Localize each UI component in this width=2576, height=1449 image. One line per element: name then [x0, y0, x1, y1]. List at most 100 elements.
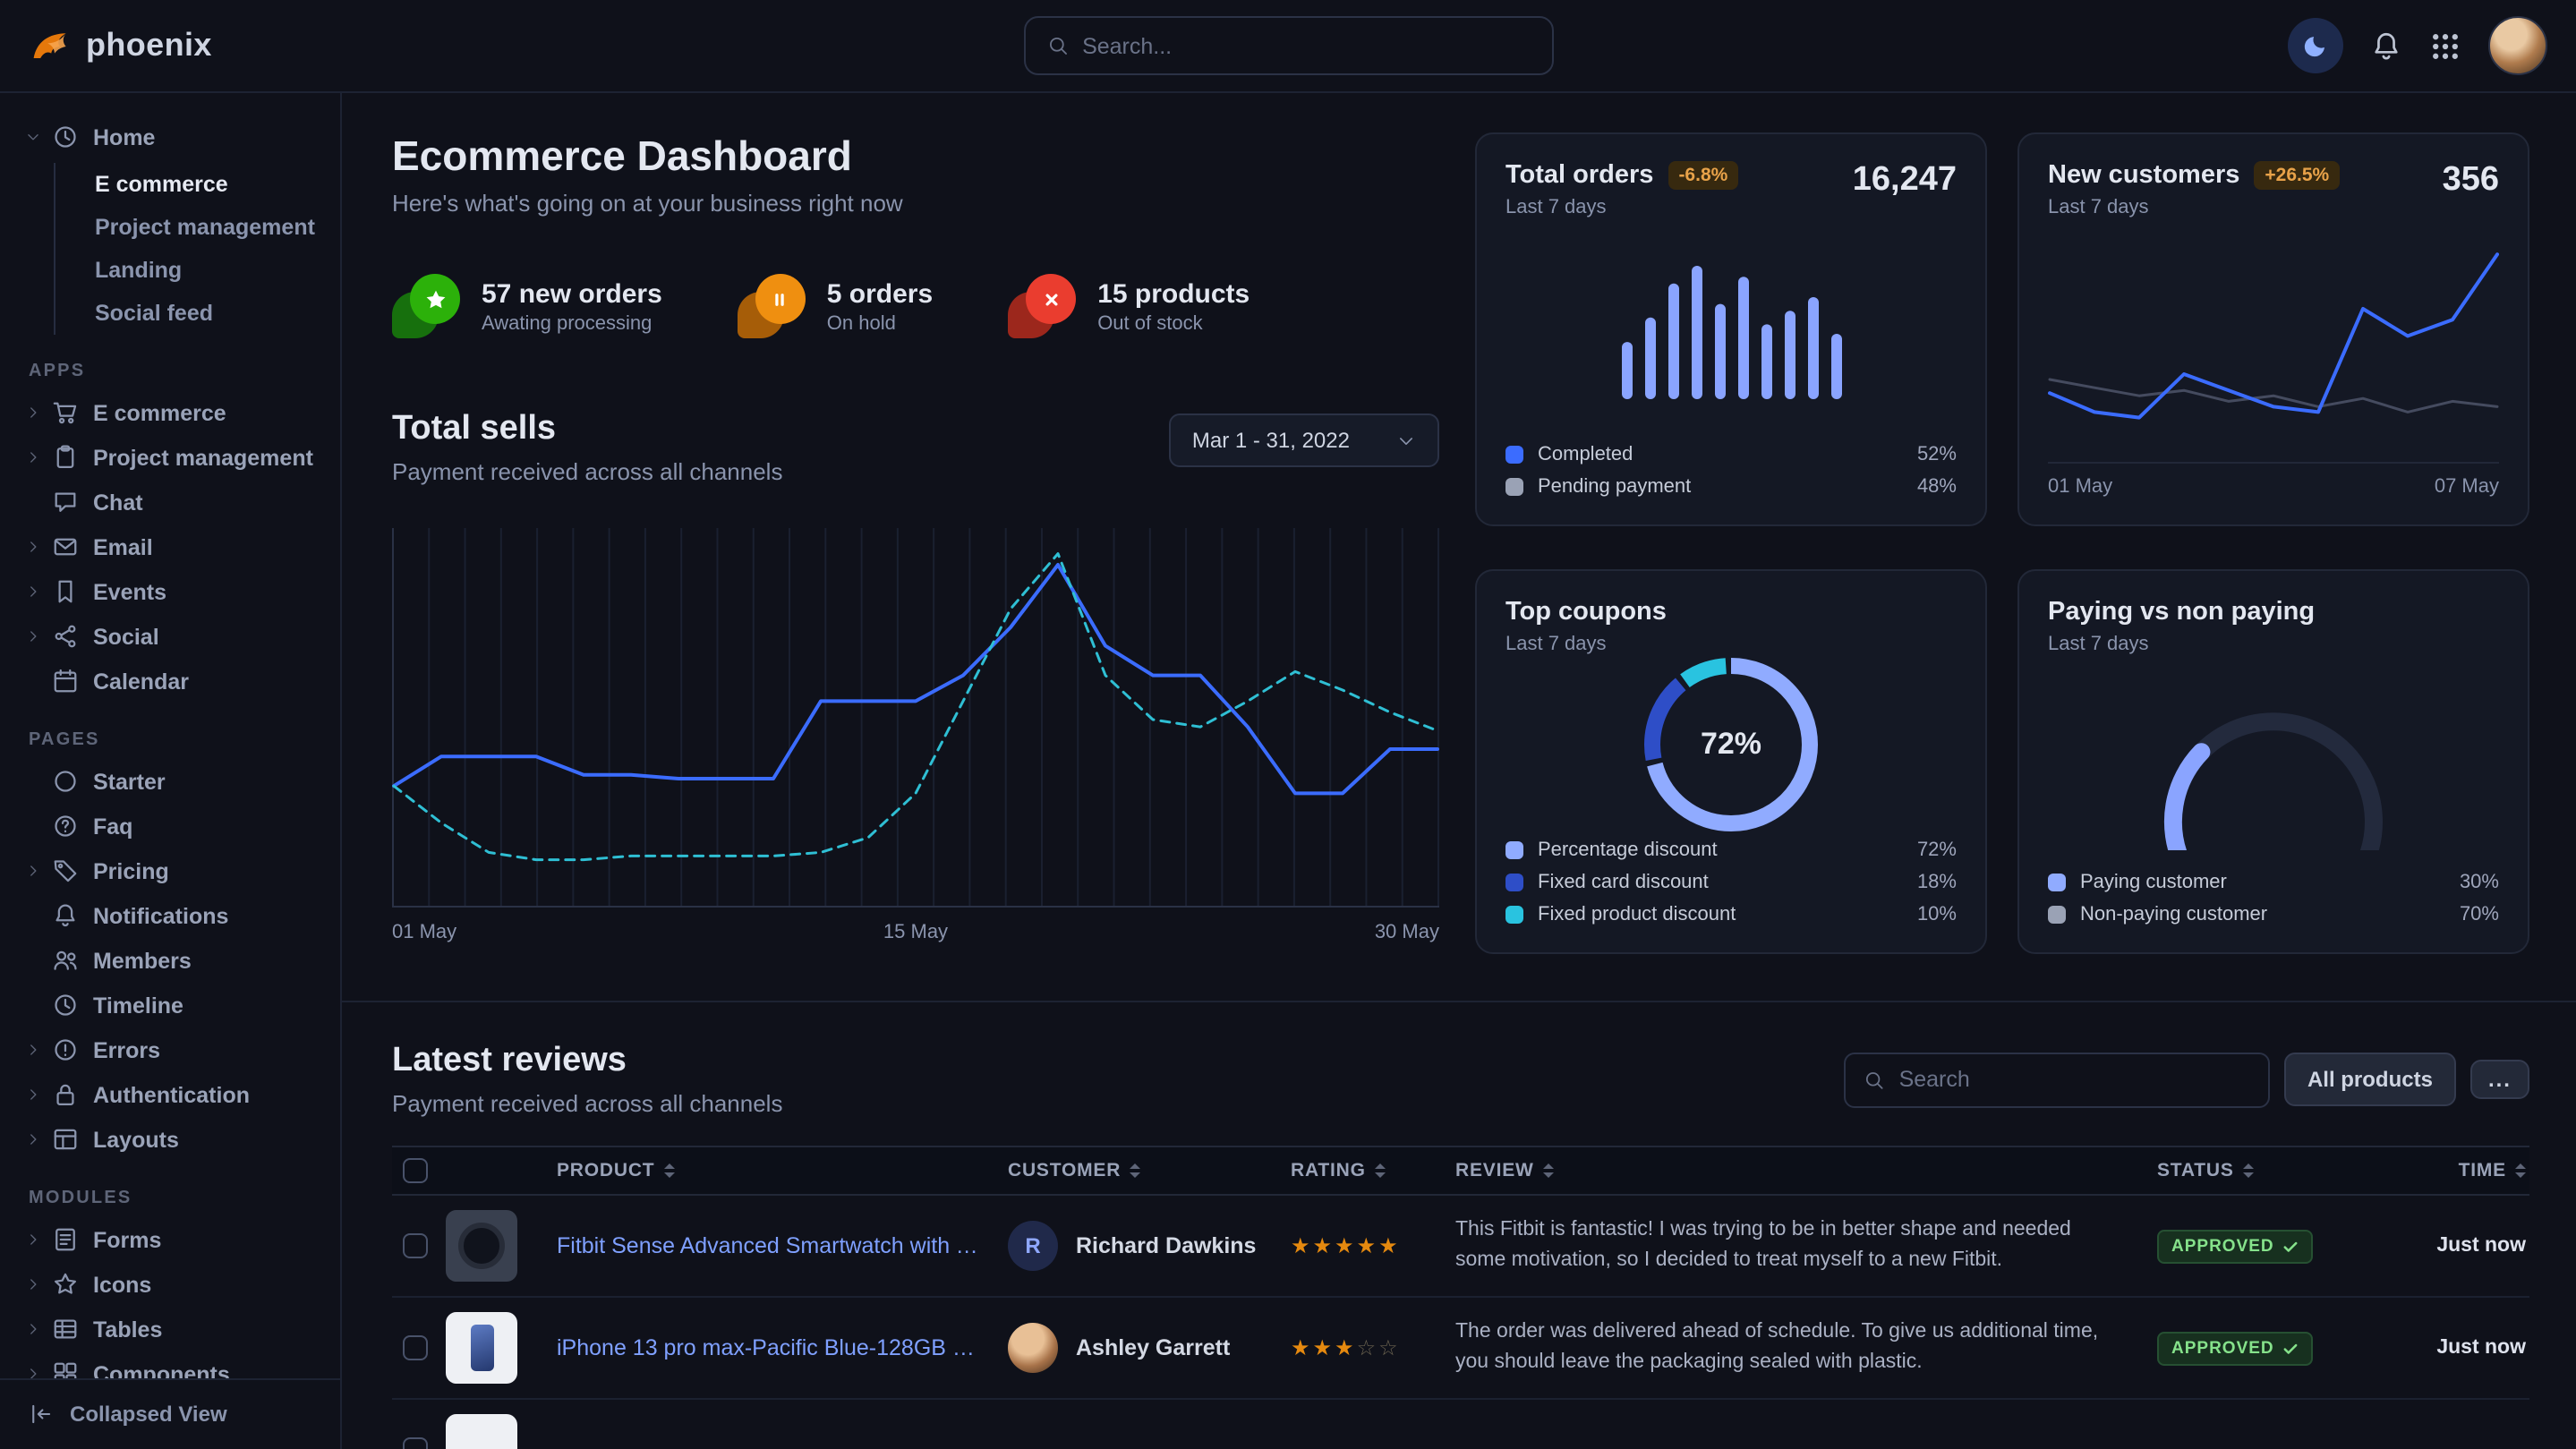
sidebar-item-events[interactable]: Events [0, 569, 340, 614]
product-link[interactable]: iPhone 13 pro max-Pacific Blue-128GB sto… [557, 1335, 1008, 1360]
brand[interactable]: phoenix [29, 24, 212, 67]
user-avatar[interactable] [2488, 16, 2547, 75]
reviews-search-input[interactable] [1899, 1067, 2250, 1092]
sidebar-item-components[interactable]: Components [0, 1351, 340, 1377]
grid4-icon [52, 1360, 79, 1377]
all-products-button[interactable]: All products [2284, 1053, 2456, 1106]
stat-subtitle: Awating processing [482, 312, 662, 334]
theme-toggle-button[interactable] [2288, 18, 2343, 73]
sidebar-item-layouts[interactable]: Layouts [0, 1117, 340, 1162]
sidebar-item-timeline[interactable]: Timeline [0, 983, 340, 1027]
notifications-button[interactable] [2370, 30, 2402, 62]
column-header-review[interactable]: REVIEW [1455, 1160, 2157, 1181]
tag-icon [52, 857, 79, 884]
sidebar-item-e-commerce[interactable]: E commerce [0, 390, 340, 435]
caret-right-icon [25, 584, 50, 600]
reviews-search[interactable] [1844, 1052, 2270, 1107]
sidebar-item-pricing[interactable]: Pricing [0, 848, 340, 893]
legend-value: 10% [1917, 904, 1957, 925]
latest-reviews-title: Latest reviews [392, 1042, 782, 1081]
sidebar-item-social[interactable]: Social [0, 614, 340, 659]
product-link[interactable]: Fitbit Sense Advanced Smartwatch with To… [557, 1233, 1008, 1258]
sidebar-item-project-management[interactable]: Project management [0, 435, 340, 480]
legend-row: Paying customer30% [2048, 872, 2499, 893]
top-coupons-center-value: 72% [1701, 726, 1761, 762]
legend-row: Fixed card discount18% [1506, 872, 1957, 893]
sidebar-item-errors[interactable]: Errors [0, 1027, 340, 1072]
sidebar-item-calendar[interactable]: Calendar [0, 659, 340, 703]
legend-row: Percentage discount72% [1506, 840, 1957, 861]
alert-icon [52, 1036, 79, 1063]
sidebar-item-project-management[interactable]: Project management [95, 206, 340, 249]
sidebar-item-faq[interactable]: Faq [0, 804, 340, 848]
sort-icon [663, 1163, 674, 1178]
search-icon [1046, 34, 1068, 57]
legend-swatch [1506, 874, 1523, 891]
clock-icon [52, 124, 79, 150]
legend-swatch [1506, 446, 1523, 464]
sidebar-item-e-commerce[interactable]: E commerce [95, 163, 340, 206]
top-coupons-legend: Percentage discount72% Fixed card discoun… [1506, 840, 1957, 925]
row-checkbox[interactable] [403, 1437, 428, 1449]
legend-label: Pending payment [1538, 476, 1691, 498]
circle-icon [52, 768, 79, 795]
sidebar-item-members[interactable]: Members [0, 938, 340, 983]
dashboard-left-column: Ecommerce Dashboard Here's what's going … [392, 132, 1439, 954]
product-thumbnail [446, 1414, 517, 1449]
bell-icon [2370, 30, 2402, 62]
product-thumbnail [446, 1312, 517, 1384]
caret-right-icon [25, 1232, 50, 1248]
total-sells-subtitle: Payment received across all channels [392, 458, 782, 485]
sidebar-item-email[interactable]: Email [0, 524, 340, 569]
stat-title: 15 products [1097, 278, 1250, 309]
sidebar-item-forms[interactable]: Forms [0, 1217, 340, 1262]
column-header-product[interactable]: PRODUCT [557, 1160, 1008, 1181]
stat-title: 5 orders [827, 278, 933, 309]
sidebar-item-home[interactable]: Home [0, 115, 340, 159]
review-time: Just now [2376, 1235, 2529, 1257]
caret-right-icon [25, 1131, 50, 1147]
navbar-search-input[interactable] [1082, 33, 1530, 58]
column-header-rating[interactable]: RATING [1291, 1160, 1455, 1181]
sidebar-item-notifications[interactable]: Notifications [0, 893, 340, 938]
collapsed-view-toggle[interactable]: Collapsed View [0, 1377, 340, 1449]
review-text: This Fitbit is fantastic! I was trying t… [1455, 1200, 2157, 1292]
top-coupons-chart: 72% [1506, 662, 1957, 825]
legend-value: 52% [1917, 444, 1957, 465]
legend-value: 72% [1917, 840, 1957, 861]
sidebar-item-chat[interactable]: Chat [0, 480, 340, 524]
kpi-cards-grid: Total orders -6.8% Last 7 days 16,247 Co… [1475, 132, 2529, 954]
cart-icon [52, 399, 79, 426]
sidebar-item-starter[interactable]: Starter [0, 759, 340, 804]
legend-swatch [2048, 906, 2066, 924]
legend-swatch [2048, 874, 2066, 891]
navbar-search[interactable] [1023, 16, 1553, 75]
column-header-customer[interactable]: CUSTOMER [1008, 1160, 1291, 1181]
sidebar-item-icons[interactable]: Icons [0, 1262, 340, 1307]
apps-grid-button[interactable] [2429, 30, 2461, 62]
section-divider [342, 1001, 2576, 1002]
new-customers-badge: +26.5% [2254, 161, 2340, 190]
caret-right-icon [25, 628, 50, 644]
total-orders-period: Last 7 days [1506, 197, 1738, 218]
column-header-status[interactable]: STATUS [2157, 1160, 2376, 1181]
customer-avatar: R [1008, 1221, 1058, 1271]
product-thumbnail [446, 1210, 517, 1282]
sidebar-item-social-feed[interactable]: Social feed [95, 292, 340, 335]
table-icon [52, 1316, 79, 1342]
bell-icon [52, 902, 79, 929]
sidebar-item-landing[interactable]: Landing [95, 249, 340, 292]
main-content: Ecommerce Dashboard Here's what's going … [342, 93, 2576, 1449]
total-orders-legend: Completed52%Pending payment48% [1506, 444, 1957, 498]
more-options-button[interactable]: ... [2470, 1060, 2529, 1099]
sidebar-item-tables[interactable]: Tables [0, 1307, 340, 1351]
latest-reviews-section: Latest reviews Payment received across a… [392, 1042, 2529, 1449]
sidebar-item-authentication[interactable]: Authentication [0, 1072, 340, 1117]
row-checkbox[interactable] [403, 1335, 428, 1360]
column-header-time[interactable]: TIME [2376, 1160, 2529, 1181]
date-range-select[interactable]: Mar 1 - 31, 2022 [1169, 413, 1439, 467]
grid-icon [2429, 30, 2461, 62]
select-all-checkbox[interactable] [403, 1158, 428, 1183]
row-checkbox[interactable] [403, 1233, 428, 1258]
total-orders-card: Total orders -6.8% Last 7 days 16,247 Co… [1475, 132, 1987, 526]
